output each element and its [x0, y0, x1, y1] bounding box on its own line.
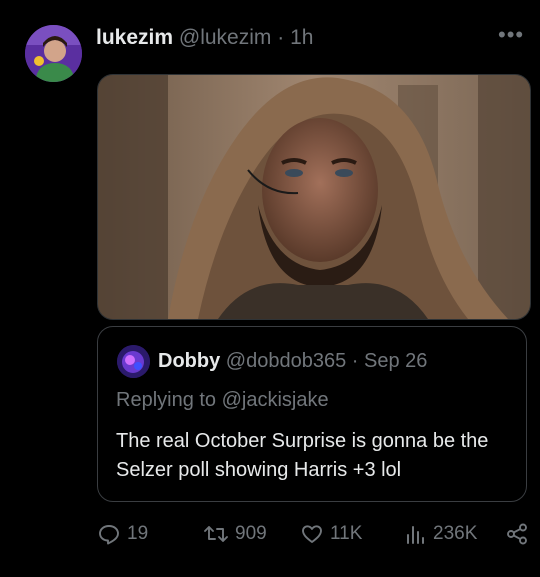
views-icon: [405, 522, 427, 546]
share-button[interactable]: [505, 522, 529, 546]
action-bar: 19 909 11K 236K: [0, 520, 540, 556]
reply-icon: [97, 522, 121, 546]
share-icon: [505, 522, 529, 546]
replying-to[interactable]: Replying to @jackisjake: [116, 387, 329, 413]
post-header: lukezim @lukezim · 1h: [96, 24, 313, 52]
quoted-separator: ·: [351, 350, 359, 372]
author-name[interactable]: lukezim: [96, 26, 173, 49]
quoted-date[interactable]: Sep 26: [364, 350, 427, 372]
views-count: 236K: [433, 523, 478, 544]
quoted-header: Dobby @dobdob365 · Sep 26: [158, 348, 427, 374]
author-handle[interactable]: @lukezim: [179, 26, 272, 49]
quoted-author-name[interactable]: Dobby: [158, 350, 220, 372]
like-count: 11K: [330, 523, 363, 544]
quoted-text: The real October Surprise is gonna be th…: [116, 430, 489, 481]
views-button[interactable]: 236K: [405, 522, 477, 546]
repost-button[interactable]: 909: [203, 522, 267, 546]
post-time[interactable]: 1h: [290, 26, 313, 49]
repost-count: 909: [235, 523, 267, 544]
quoted-author-avatar[interactable]: [117, 345, 150, 378]
like-button[interactable]: 11K: [300, 522, 362, 546]
more-icon[interactable]: •••: [498, 22, 524, 48]
quoted-author-handle[interactable]: @dobdob365: [226, 350, 346, 372]
reply-count: 19: [127, 523, 149, 544]
author-avatar[interactable]: [25, 25, 82, 82]
quoted-post[interactable]: Dobby @dobdob365 · Sep 26 Replying to @j…: [97, 326, 527, 502]
repost-icon: [203, 522, 229, 546]
like-icon: [300, 522, 324, 546]
header-separator: ·: [277, 26, 285, 49]
reply-button[interactable]: 19: [97, 522, 148, 546]
post-media-image[interactable]: [97, 74, 531, 320]
